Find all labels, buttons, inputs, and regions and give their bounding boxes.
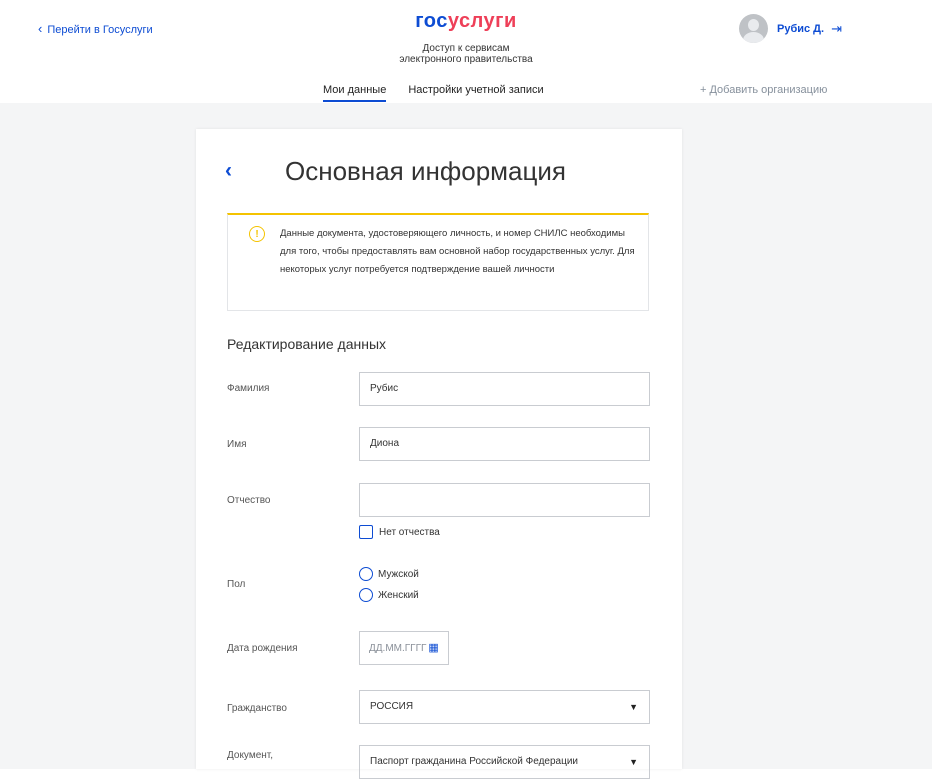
birth-date-label: Дата рождения <box>227 643 298 654</box>
citizenship-select[interactable]: РОССИЯ ▼ <box>359 690 650 724</box>
male-label: Мужской <box>378 568 419 580</box>
add-organization-link[interactable]: + Добавить организацию <box>700 84 827 96</box>
tab-account-settings[interactable]: Настройки учетной записи <box>408 84 543 102</box>
name-input[interactable]: Диона <box>359 427 650 461</box>
section-title: Редактирование данных <box>227 336 387 352</box>
male-radio[interactable] <box>359 567 373 581</box>
no-patronymic-checkbox-row[interactable]: Нет отчества <box>359 525 440 539</box>
logo-part-uslugi: услуги <box>447 10 517 32</box>
warning-icon: ! <box>249 226 265 242</box>
patronymic-label: Отчество <box>227 495 271 506</box>
patronymic-input[interactable] <box>359 483 650 517</box>
surname-label: Фамилия <box>227 383 270 394</box>
citizenship-label: Гражданство <box>227 703 287 714</box>
profile-tabs: Мои данные Настройки учетной записи <box>323 84 566 102</box>
gender-male-option[interactable]: Мужской <box>359 567 419 581</box>
tagline-line2: электронного правительства <box>399 54 533 65</box>
no-patronymic-label: Нет отчества <box>379 526 440 538</box>
name-label: Имя <box>227 439 247 450</box>
user-name[interactable]: Рубис Д. <box>777 23 824 35</box>
birth-date-placeholder: ДД.ММ.ГГГГ <box>369 643 427 654</box>
dropdown-arrow-icon: ▼ <box>629 702 638 712</box>
dropdown-arrow-icon: ▼ <box>629 757 638 767</box>
surname-input[interactable]: Рубис <box>359 372 650 406</box>
document-value: Паспорт гражданина Российской Федерации <box>370 756 578 767</box>
notice-text: Данные документа, удостоверяющего личнос… <box>280 228 635 275</box>
info-notice: ! Данные документа, удостоверяющего личн… <box>227 213 649 311</box>
calendar-icon[interactable]: ▦ <box>428 642 438 654</box>
back-chevron-icon[interactable]: ‹ <box>225 159 232 183</box>
document-label: Документ, <box>227 750 274 761</box>
tagline-line1: Доступ к сервисам <box>422 43 510 54</box>
no-patronymic-checkbox[interactable] <box>359 525 373 539</box>
tagline: Доступ к сервисам электронного правитель… <box>0 43 932 65</box>
logout-icon[interactable]: ⇥ <box>831 21 842 37</box>
avatar[interactable] <box>739 14 768 43</box>
page-title: Основная информация <box>285 156 566 186</box>
female-radio[interactable] <box>359 588 373 602</box>
user-menu[interactable]: Рубис Д. ⇥ <box>739 14 842 43</box>
logo-part-gos: гос <box>415 10 448 32</box>
gender-label: Пол <box>227 579 246 590</box>
citizenship-value: РОССИЯ <box>370 701 414 712</box>
tab-my-data[interactable]: Мои данные <box>323 84 387 102</box>
gender-female-option[interactable]: Женский <box>359 588 419 602</box>
document-select[interactable]: Паспорт гражданина Российской Федерации … <box>359 745 650 779</box>
birth-date-input[interactable]: ДД.ММ.ГГГГ ▦ <box>359 631 449 665</box>
top-header: ‹ Перейти в Госуслуги госуслуги Доступ к … <box>0 0 932 103</box>
female-label: Женский <box>378 589 419 601</box>
